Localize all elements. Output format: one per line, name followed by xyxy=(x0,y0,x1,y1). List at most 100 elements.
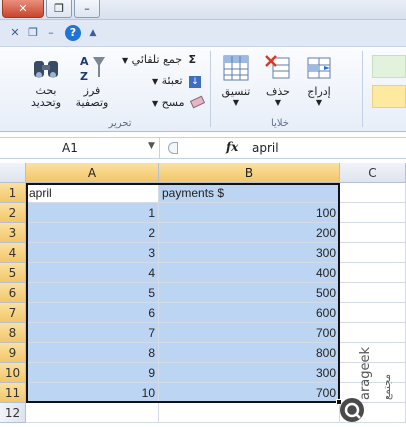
name-box-dropdown-icon[interactable]: ▼ xyxy=(148,141,155,151)
cell-c5[interactable] xyxy=(340,263,406,283)
insert-function-button[interactable]: fx xyxy=(226,140,238,154)
cell-style-good-swatch[interactable] xyxy=(372,55,406,78)
format-cells-icon xyxy=(223,55,249,81)
watermark-brand: arageek xyxy=(358,346,373,400)
clear-button[interactable]: ▼ مسح xyxy=(152,95,206,109)
minimize-ribbon-icon[interactable]: ▲ xyxy=(86,26,100,40)
svg-text:A: A xyxy=(80,55,89,68)
minimize-workbook-icon[interactable]: – xyxy=(44,26,58,40)
sort-filter-label: فرز وتصفية xyxy=(75,84,109,109)
cell-c6[interactable] xyxy=(340,283,406,303)
row-header[interactable]: 5 xyxy=(0,263,26,283)
cell-b8[interactable]: 700 xyxy=(159,323,340,343)
name-box-value: A1 xyxy=(62,141,78,155)
dropdown-arrow-icon: ▼ xyxy=(274,98,282,107)
row-header[interactable]: 6 xyxy=(0,283,26,303)
watermark-logo: arageek مجتمع xyxy=(338,347,406,424)
clear-label: مسح xyxy=(161,96,185,109)
cell-b11[interactable]: 700 xyxy=(159,383,340,403)
row-header[interactable]: 2 xyxy=(0,203,26,223)
autosum-label: جمع تلقائي xyxy=(131,53,183,66)
cell-b5[interactable]: 400 xyxy=(159,263,340,283)
format-button[interactable]: تنسيق ▼ xyxy=(216,53,256,107)
close-icon: ✕ xyxy=(18,2,28,15)
minimize-window-button[interactable]: – xyxy=(74,0,100,18)
ribbon: بحث وتحديد A Z فرز وتصفية ▼ جمع تلقائي Σ… xyxy=(0,47,406,132)
restore-workbook-icon[interactable]: ❐ xyxy=(26,26,40,40)
cell-a8[interactable]: 7 xyxy=(26,323,159,343)
help-icon[interactable]: ? xyxy=(65,25,81,41)
cell-a5[interactable]: 4 xyxy=(26,263,159,283)
cell-a9[interactable]: 8 xyxy=(26,343,159,363)
cell-b2[interactable]: 100 xyxy=(159,203,340,223)
formula-input[interactable]: april xyxy=(252,141,279,155)
find-select-button[interactable]: بحث وتحديد xyxy=(28,53,64,109)
select-all-corner[interactable] xyxy=(0,163,26,183)
delete-cells-icon xyxy=(265,55,290,79)
cell-c7[interactable] xyxy=(340,303,406,323)
title-bar: ✕ ❐ – xyxy=(0,0,406,20)
column-header-b[interactable]: B xyxy=(159,163,340,183)
row-header[interactable]: 1 xyxy=(0,183,26,203)
cell-style-neutral-swatch[interactable] xyxy=(372,85,406,108)
cell-b1[interactable]: payments $ xyxy=(159,183,340,203)
cell-a11[interactable]: 10 xyxy=(26,383,159,403)
editing-group-label: تحرير xyxy=(108,118,132,129)
binoculars-icon xyxy=(34,61,58,78)
dropdown-arrow-icon: ▼ xyxy=(152,77,159,86)
fill-button[interactable]: ▼ تعبئة ↓ xyxy=(152,74,202,88)
dropdown-arrow-icon: ▼ xyxy=(315,98,323,107)
delete-label: حذف xyxy=(266,85,290,98)
cell-a4[interactable]: 3 xyxy=(26,243,159,263)
restore-window-button[interactable]: ❐ xyxy=(46,0,72,18)
sigma-icon: Σ xyxy=(188,53,197,66)
cell-c4[interactable] xyxy=(340,243,406,263)
cell-a1[interactable]: april xyxy=(26,183,159,203)
cell-a2[interactable]: 1 xyxy=(26,203,159,223)
cell-b6[interactable]: 500 xyxy=(159,283,340,303)
autosum-button[interactable]: ▼ جمع تلقائي Σ xyxy=(122,53,196,66)
cell-a3[interactable]: 2 xyxy=(26,223,159,243)
column-header-a[interactable]: A xyxy=(26,163,159,183)
cell-a10[interactable]: 9 xyxy=(26,363,159,383)
row-header[interactable]: 9 xyxy=(0,343,26,363)
sort-filter-icon: A Z xyxy=(80,55,105,83)
row-header[interactable]: 10 xyxy=(0,363,26,383)
close-workbook-icon[interactable]: ✕ xyxy=(8,26,22,40)
cell-b3[interactable]: 200 xyxy=(159,223,340,243)
ribbon-tab-row: ✕ ❐ – ? ▲ xyxy=(0,20,406,47)
row-header[interactable]: 11 xyxy=(0,383,26,403)
fill-label: تعبئة xyxy=(161,74,183,87)
group-separator xyxy=(210,51,211,127)
cell-c2[interactable] xyxy=(340,203,406,223)
cell-b7[interactable]: 600 xyxy=(159,303,340,323)
cell-a7[interactable]: 6 xyxy=(26,303,159,323)
insert-label: إدراج xyxy=(307,85,331,98)
insert-cells-icon xyxy=(307,57,331,79)
dropdown-arrow-icon: ▼ xyxy=(232,98,240,107)
insert-button[interactable]: إدراج ▼ xyxy=(300,53,338,107)
dropdown-arrow-icon: ▼ xyxy=(152,99,159,108)
sort-filter-button[interactable]: A Z فرز وتصفية xyxy=(70,53,114,109)
cell-c1[interactable] xyxy=(340,183,406,203)
row-header[interactable]: 3 xyxy=(0,223,26,243)
dropdown-arrow-icon: ▼ xyxy=(122,56,129,65)
formula-bar-splitter[interactable] xyxy=(168,142,178,154)
name-box[interactable]: A1 ▼ xyxy=(0,138,160,158)
cell-a12[interactable] xyxy=(26,403,159,423)
cell-a6[interactable]: 5 xyxy=(26,283,159,303)
cell-c8[interactable] xyxy=(340,323,406,343)
cell-b4[interactable]: 300 xyxy=(159,243,340,263)
cell-b12[interactable] xyxy=(159,403,340,423)
row-header[interactable]: 7 xyxy=(0,303,26,323)
watermark-subtitle: مجتمع xyxy=(382,374,393,400)
cell-b9[interactable]: 800 xyxy=(159,343,340,363)
cell-c3[interactable] xyxy=(340,223,406,243)
cell-b10[interactable]: 300 xyxy=(159,363,340,383)
delete-button[interactable]: حذف ▼ xyxy=(260,53,296,107)
close-window-button[interactable]: ✕ xyxy=(2,0,44,18)
row-header[interactable]: 12 xyxy=(0,403,26,423)
row-header[interactable]: 4 xyxy=(0,243,26,263)
row-header[interactable]: 8 xyxy=(0,323,26,343)
column-header-c[interactable]: C xyxy=(340,163,406,183)
